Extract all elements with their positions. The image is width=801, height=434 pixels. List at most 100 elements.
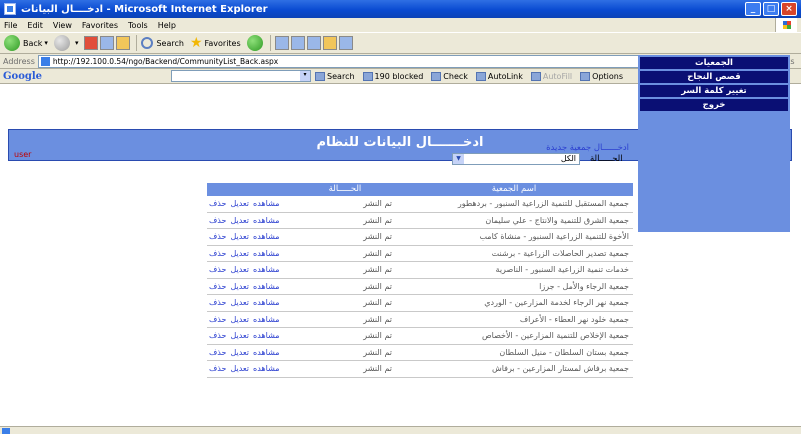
- delete-link[interactable]: حذف: [209, 262, 226, 278]
- row-status: تم النشر: [363, 331, 392, 340]
- delete-link[interactable]: حذف: [209, 345, 226, 361]
- edit-icon[interactable]: [306, 36, 321, 50]
- toolbar: Back ▾ ▾ Search ★ Favorites: [0, 32, 801, 54]
- autolink-label: AutoLink: [487, 71, 523, 81]
- forward-button[interactable]: ▾: [53, 35, 78, 51]
- address-label: Address: [3, 56, 35, 66]
- delete-link[interactable]: حذف: [209, 196, 226, 212]
- view-link[interactable]: مشاهده: [253, 312, 279, 328]
- options-button[interactable]: Options: [580, 71, 623, 81]
- home-icon[interactable]: [116, 36, 131, 50]
- edit-link[interactable]: تعديل: [230, 262, 249, 278]
- edit-link[interactable]: تعديل: [230, 196, 249, 212]
- row-status: تم النشر: [363, 314, 392, 324]
- delete-link[interactable]: حذف: [209, 312, 226, 328]
- sidebar-item-success-stories[interactable]: قصص النجاح: [640, 71, 788, 83]
- window-controls: _ □ ×: [745, 2, 797, 16]
- search-label: Search: [156, 38, 184, 48]
- menu-file[interactable]: File: [4, 21, 17, 30]
- windows-logo-icon: [775, 18, 797, 32]
- chevron-down-icon[interactable]: ▾: [300, 71, 311, 81]
- menu-edit[interactable]: Edit: [27, 21, 43, 30]
- row-status: تم النشر: [363, 281, 392, 291]
- sidebar-item-logout[interactable]: خروج: [640, 99, 788, 111]
- favorites-button[interactable]: ★ Favorites: [190, 35, 241, 51]
- refresh-icon[interactable]: [100, 36, 115, 50]
- messenger-icon[interactable]: [338, 36, 353, 50]
- edit-link[interactable]: تعديل: [230, 328, 249, 344]
- delete-link[interactable]: حذف: [209, 229, 226, 245]
- folder-icon[interactable]: [322, 36, 337, 50]
- search-icon: [141, 37, 154, 49]
- sidebar: الجمعيات قصص النجاح تغيير كلمة السر خروج: [638, 55, 790, 232]
- menu-help[interactable]: Help: [158, 21, 176, 30]
- delete-link[interactable]: حذف: [209, 213, 226, 229]
- spell-check-icon: [431, 71, 442, 81]
- view-link[interactable]: مشاهده: [253, 295, 279, 311]
- table-body: مشاهده تعديل حذف تم النشر جمعية المستقبل للت…: [207, 196, 633, 378]
- edit-link[interactable]: تعديل: [230, 345, 249, 361]
- popup-blocker-icon: [362, 71, 373, 81]
- row-status: تم النشر: [363, 215, 392, 225]
- edit-link[interactable]: تعديل: [230, 312, 249, 328]
- table-row: مشاهده تعديل حذف تم النشر جمعية الشرق للتنمي…: [207, 213, 633, 229]
- status-filter-select[interactable]: ▼ الكل: [452, 153, 580, 165]
- mail-icon[interactable]: [274, 36, 289, 50]
- view-link[interactable]: مشاهده: [253, 229, 279, 245]
- view-link[interactable]: مشاهده: [253, 246, 279, 262]
- row-status: تم النشر: [363, 248, 392, 258]
- menu-favorites[interactable]: Favorites: [82, 21, 118, 30]
- view-link[interactable]: مشاهده: [253, 196, 279, 212]
- row-status: تم النشر: [363, 364, 392, 373]
- menu-tools[interactable]: Tools: [128, 21, 148, 30]
- row-association-name: جمعية المستقبل للتنمية الزراعية السنبور …: [457, 199, 629, 208]
- google-search-input[interactable]: ▾: [171, 70, 312, 82]
- view-link[interactable]: مشاهده: [253, 213, 279, 229]
- status-header: الحـــــالة: [328, 184, 362, 194]
- toolbar-divider: [136, 35, 138, 51]
- edit-link[interactable]: تعديل: [230, 246, 249, 262]
- row-association-name: جمعية بستان السلطان - منيل السلطان: [499, 347, 629, 357]
- edit-link[interactable]: تعديل: [230, 361, 249, 377]
- google-logo[interactable]: Google: [3, 71, 42, 82]
- spell-check-button[interactable]: Check: [431, 71, 468, 81]
- table-header: الحـــــالة اسم الجمعية: [207, 183, 633, 196]
- maximize-button[interactable]: □: [763, 2, 779, 16]
- autolink-button[interactable]: AutoLink: [475, 71, 523, 81]
- view-link[interactable]: مشاهده: [253, 262, 279, 278]
- popup-blocker-button[interactable]: 190 blocked: [362, 71, 423, 81]
- delete-link[interactable]: حذف: [209, 279, 226, 295]
- ie-app-icon: [4, 3, 16, 15]
- edit-link[interactable]: تعديل: [230, 279, 249, 295]
- sidebar-item-change-password[interactable]: تغيير كلمة السر: [640, 85, 788, 97]
- view-link[interactable]: مشاهده: [253, 361, 279, 377]
- close-button[interactable]: ×: [781, 2, 797, 16]
- sidebar-item-associations[interactable]: الجمعيات: [640, 57, 788, 69]
- view-link[interactable]: مشاهده: [253, 328, 279, 344]
- view-link[interactable]: مشاهده: [253, 279, 279, 295]
- address-url: http://192.100.0.54/ngo/Backend/Communit…: [52, 56, 279, 66]
- edit-link[interactable]: تعديل: [230, 229, 249, 245]
- edit-link[interactable]: تعديل: [230, 213, 249, 229]
- history-icon[interactable]: [246, 35, 263, 51]
- chevron-down-icon[interactable]: ▼: [453, 154, 464, 164]
- view-link[interactable]: مشاهده: [253, 345, 279, 361]
- print-icon[interactable]: [290, 36, 305, 50]
- back-button[interactable]: Back ▾: [4, 35, 48, 51]
- table-row: مشاهده تعديل حذف تم النشر الأخوة للتنمية الز…: [207, 229, 633, 246]
- delete-link[interactable]: حذف: [209, 246, 226, 262]
- row-association-name: جمعية نهر الرجاء لخدمة المزارعين - الورد…: [484, 298, 629, 307]
- address-input[interactable]: http://192.100.0.54/ngo/Backend/Communit…: [37, 54, 732, 68]
- stop-icon[interactable]: [84, 36, 99, 50]
- autofill-button[interactable]: AutoFill: [530, 71, 572, 81]
- google-search-button[interactable]: Search: [315, 71, 355, 81]
- edit-link[interactable]: تعديل: [230, 295, 249, 311]
- add-association-link[interactable]: ادخــــــال جمعية جديدة: [546, 143, 629, 153]
- delete-link[interactable]: حذف: [209, 295, 226, 311]
- search-button[interactable]: Search: [141, 37, 184, 49]
- delete-link[interactable]: حذف: [209, 361, 226, 377]
- table-row: مشاهده تعديل حذف تم النشر جمعية خلود نهر الع…: [207, 312, 633, 328]
- minimize-button[interactable]: _: [745, 2, 761, 16]
- delete-link[interactable]: حذف: [209, 328, 226, 344]
- menu-view[interactable]: View: [53, 21, 72, 30]
